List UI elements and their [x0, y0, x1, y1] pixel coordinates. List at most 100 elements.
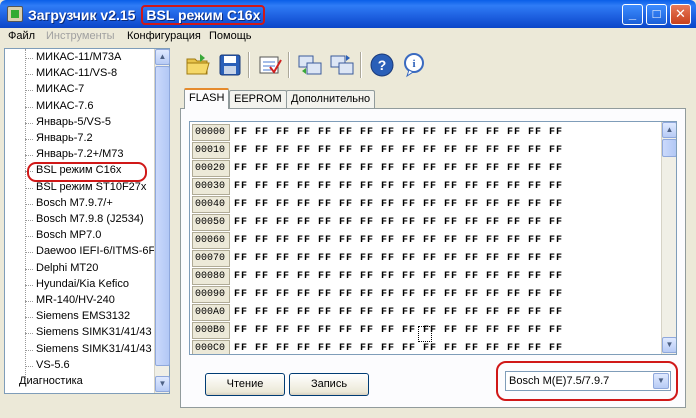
svg-text:i: i: [412, 58, 415, 70]
app-icon: [7, 6, 23, 22]
tree-item[interactable]: VS-5.6: [36, 359, 70, 375]
hex-scroll-thumb[interactable]: [662, 139, 676, 157]
maximize-button[interactable]: □: [646, 4, 667, 25]
tree-connector-line: [25, 139, 33, 140]
chevron-down-icon[interactable]: ▼: [653, 373, 669, 389]
ecu-tree-panel: МИКАС-11/М73А МИКАС-11/VS-8 МИКАС-7 МИКАС-7…: [4, 48, 170, 394]
help-icon[interactable]: ?: [368, 51, 396, 79]
tree-connector-line: [25, 203, 33, 205]
tree-scroll-down-button[interactable]: ▼: [155, 376, 170, 392]
hex-scroll-down-button[interactable]: ▼: [662, 337, 676, 353]
hex-bytes[interactable]: FF FF FF FF FF FF FF FF FF FF FF FF FF F…: [234, 143, 563, 158]
hex-address: 00060: [192, 232, 230, 249]
info-icon[interactable]: i: [400, 51, 428, 79]
tree-connector-line: [25, 252, 33, 254]
hex-bytes[interactable]: FF FF FF FF FF FF FF FF FF FF FF FF FF F…: [234, 287, 563, 302]
write-ecu-icon[interactable]: [328, 51, 356, 79]
menu-configuration[interactable]: Конфигурация: [127, 30, 201, 42]
save-icon[interactable]: [216, 51, 244, 79]
tree-connector-line: [25, 317, 33, 319]
tree-connector-line: [25, 284, 33, 286]
tree-connector-line: [25, 365, 33, 367]
hex-editor[interactable]: 00000 FF FF FF FF FF FF FF FF FF FF FF FF…: [189, 121, 677, 355]
open-folder-icon[interactable]: [184, 51, 212, 79]
read-button[interactable]: Чтение: [205, 373, 285, 396]
read-ecu-icon[interactable]: [296, 51, 324, 79]
tree-connector-line: [25, 58, 33, 59]
hex-scrollbar[interactable]: ▲ ▼: [661, 122, 676, 354]
window-title-prefix: Загрузчик v2.15: [28, 7, 136, 23]
close-button[interactable]: ✕: [670, 4, 691, 25]
toolbar: ? i: [176, 48, 696, 82]
tree-item[interactable]: Hyundai/Kia Kefico: [36, 278, 129, 294]
menu-help[interactable]: Помощь: [209, 30, 252, 42]
tree-item[interactable]: Bosch M7.9.8 (J2534): [36, 213, 144, 229]
hex-bytes[interactable]: FF FF FF FF FF FF FF FF FF FF FF FF FF F…: [234, 125, 563, 140]
tree-connector-line: [25, 333, 33, 335]
toolbar-separator: [248, 52, 250, 78]
hex-scroll-up-button[interactable]: ▲: [662, 122, 676, 138]
check-settings-icon[interactable]: [256, 51, 284, 79]
tree-connector-line: [25, 49, 26, 379]
tree-item[interactable]: BSL режим ST10F27x: [36, 181, 146, 197]
tree-connector-line: [25, 106, 33, 108]
hex-bytes[interactable]: FF FF FF FF FF FF FF FF FF FF FF FF FF F…: [234, 179, 563, 194]
toolbar-separator: [288, 52, 290, 78]
tree-item[interactable]: Delphi MT20: [36, 262, 98, 278]
menu-tools[interactable]: Инструменты: [46, 30, 115, 42]
hex-address: 00070: [192, 250, 230, 267]
hex-address: 000A0: [192, 304, 230, 321]
hex-bytes[interactable]: FF FF FF FF FF FF FF FF FF FF FF FF FF F…: [234, 323, 563, 338]
tree-scroll-up-button[interactable]: ▲: [155, 49, 170, 65]
tab-eeprom[interactable]: EEPROM: [229, 90, 287, 108]
tree-connector-line: [25, 74, 33, 76]
tree-item[interactable]: Siemens EMS3132: [36, 310, 130, 326]
tree-connector-line: [25, 122, 33, 124]
menu-bar: Файл Инструменты Конфигурация Помощь: [0, 28, 696, 46]
hex-address: 00000: [192, 124, 230, 141]
tree-item[interactable]: Siemens SIMK31/41/43: [36, 326, 152, 342]
tab-flash[interactable]: FLASH: [184, 88, 230, 109]
hex-bytes[interactable]: FF FF FF FF FF FF FF FF FF FF FF FF FF F…: [234, 269, 563, 284]
tree-connector-line: [25, 90, 33, 92]
tree-scrollbar[interactable]: ▲ ▼: [154, 49, 170, 393]
hex-bytes[interactable]: FF FF FF FF FF FF FF FF FF FF FF FF FF F…: [234, 161, 563, 176]
tree-item[interactable]: MR-140/HV-240: [36, 294, 115, 310]
hex-bytes[interactable]: FF FF FF FF FF FF FF FF FF FF FF FF FF F…: [234, 251, 563, 266]
tab-additional[interactable]: Дополнительно: [286, 90, 376, 108]
tree-connector-line: [25, 268, 33, 270]
tree-item[interactable]: Bosch MP7.0: [36, 229, 101, 245]
tree-connector-line: [25, 236, 33, 238]
tree-item[interactable]: МИКАС-7: [36, 83, 84, 99]
tree-item[interactable]: Bosch M7.9.7/+: [36, 197, 113, 213]
menu-file[interactable]: Файл: [8, 30, 35, 42]
minimize-button[interactable]: _: [622, 4, 643, 25]
tree-item[interactable]: Siemens SIMK31/41/43 |: [36, 343, 155, 359]
ecu-type-value: Bosch M(E)7.5/7.9.7: [509, 375, 610, 387]
hex-bytes[interactable]: FF FF FF FF FF FF FF FF FF FF FF FF FF F…: [234, 215, 563, 230]
tree-item[interactable]: Январь-7.2: [36, 132, 93, 148]
tree-item[interactable]: Январь-5/VS-5: [36, 116, 111, 132]
title-bar: Загрузчик v2.15 BSL режим C16x _ □ ✕: [0, 0, 696, 28]
tree-item[interactable]: МИКАС-7.6: [36, 100, 93, 116]
tree-connector-line: [25, 187, 33, 189]
tree-scroll-thumb[interactable]: [155, 66, 170, 366]
hex-bytes[interactable]: FF FF FF FF FF FF FF FF FF FF FF FF FF F…: [234, 197, 563, 212]
hex-bytes[interactable]: FF FF FF FF FF FF FF FF FF FF FF FF FF F…: [234, 341, 563, 354]
ecu-type-select[interactable]: Bosch M(E)7.5/7.9.7 ▼: [505, 371, 671, 391]
tree-item[interactable]: МИКАС-11/М73А: [36, 51, 121, 67]
hex-bytes[interactable]: FF FF FF FF FF FF FF FF FF FF FF FF FF F…: [234, 305, 563, 320]
hex-address: 00010: [192, 142, 230, 159]
hex-address: 00050: [192, 214, 230, 231]
toolbar-separator: [360, 52, 362, 78]
tree-item[interactable]: МИКАС-11/VS-8: [36, 67, 117, 83]
tree-item[interactable]: Daewoo IEFI-6/ITMS-6F: [36, 245, 155, 261]
tree-connector-line: [25, 220, 33, 221]
svg-text:?: ?: [378, 57, 387, 73]
hex-address: 000B0: [192, 322, 230, 339]
tree-connector-line: [25, 349, 33, 351]
write-button[interactable]: Запись: [289, 373, 369, 396]
tree-item-diagnostics[interactable]: Диагностика: [19, 375, 83, 387]
hex-address: 00080: [192, 268, 230, 285]
hex-bytes[interactable]: FF FF FF FF FF FF FF FF FF FF FF FF FF F…: [234, 233, 563, 248]
